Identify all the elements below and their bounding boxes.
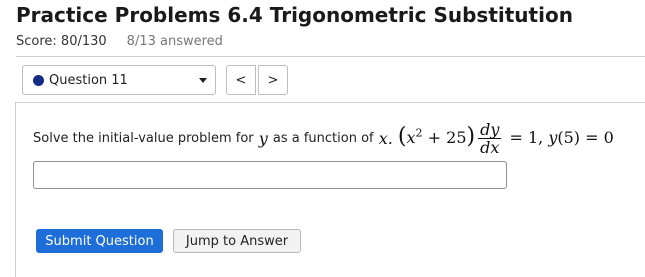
score-summary: Score: 80/130 8/13 answered <box>16 34 223 49</box>
eq-rest-2: (5) = 0 <box>557 127 614 147</box>
problem-intro: Solve the initial-value problem for <box>33 130 254 146</box>
page-title: Practice Problems 6.4 Trigonometric Subs… <box>16 3 573 27</box>
problem-as-function: as a function of <box>272 130 374 146</box>
nav-divider <box>16 102 645 103</box>
problem-statement: Solve the initial-value problem for y as… <box>33 116 614 160</box>
frac-denominator: dx <box>480 137 500 157</box>
eq-rest-1: = 1, <box>509 127 549 147</box>
derivative-fraction: dy dx <box>478 119 502 157</box>
next-question-button[interactable]: > <box>258 65 288 95</box>
differential-equation: (x2 + 25) dy dx = 1, y(5) = 0 <box>398 121 614 156</box>
submit-question-button[interactable]: Submit Question <box>36 229 163 253</box>
question-select[interactable]: Question 11 <box>22 65 216 95</box>
eq-exponent: 2 <box>415 126 423 140</box>
eq-close-paren: ) <box>466 123 476 149</box>
question-status-dot <box>33 74 44 86</box>
previous-question-button[interactable]: < <box>226 65 256 95</box>
var-y: y <box>258 128 268 148</box>
jump-to-answer-button[interactable]: Jump to Answer <box>173 229 301 253</box>
score-text: Score: 80/130 <box>16 34 107 49</box>
answer-input[interactable] <box>33 161 507 189</box>
chevron-down-icon <box>199 78 207 83</box>
var-x: x. <box>378 128 393 148</box>
eq-plus-term: + 25 <box>427 127 467 147</box>
left-rule <box>15 102 16 277</box>
answered-count: 8/13 answered <box>126 34 223 49</box>
chevron-right-icon: > <box>267 72 279 88</box>
chevron-left-icon: < <box>235 72 247 88</box>
top-divider <box>16 56 645 57</box>
question-select-label: Question 11 <box>49 72 128 88</box>
eq-y: y <box>548 127 558 147</box>
eq-x: x <box>406 127 416 147</box>
eq-open-paren: ( <box>397 123 407 149</box>
frac-numerator: dy <box>478 119 502 139</box>
